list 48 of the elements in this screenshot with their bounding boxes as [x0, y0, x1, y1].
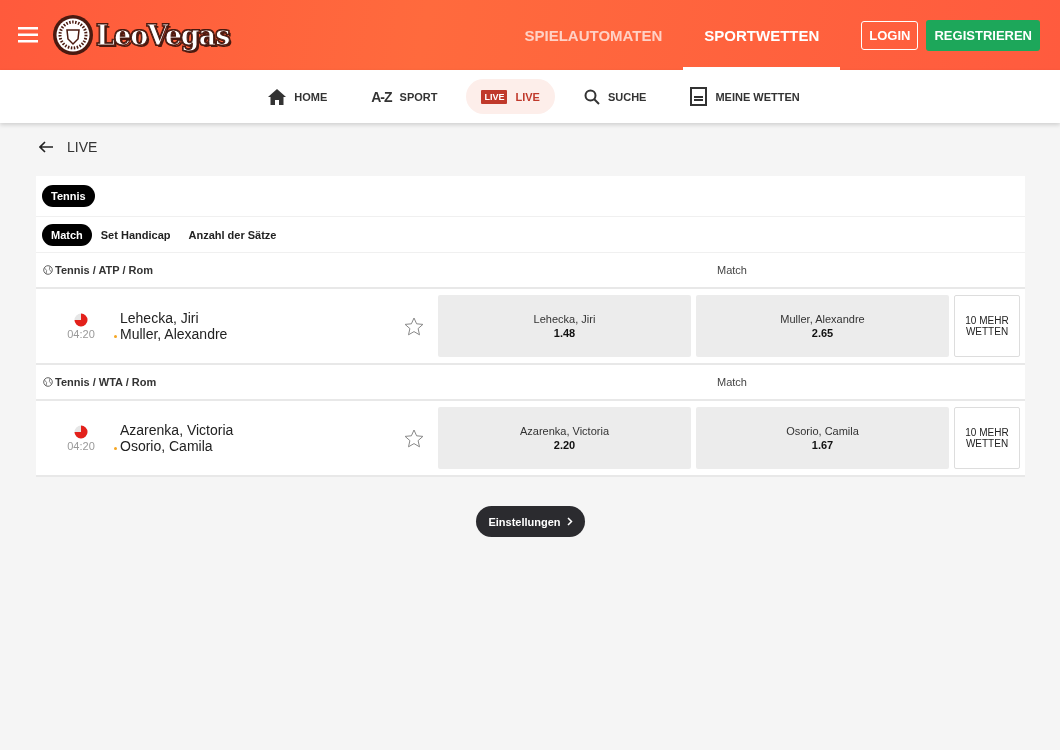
player-name: Lehecka, Jiri: [120, 310, 199, 326]
sub-nav-label: MEINE WETTEN: [715, 90, 800, 103]
sport-chip[interactable]: Tennis: [42, 185, 95, 207]
betslip-icon: [690, 87, 708, 106]
home-icon: [268, 88, 287, 105]
market-tab[interactable]: Set Handicap: [91, 223, 180, 246]
favorite-star-icon[interactable]: [404, 316, 424, 336]
tennis-ball-icon: [43, 265, 53, 275]
page-title: LIVE: [67, 139, 98, 155]
sub-nav-label: LIVE: [515, 90, 540, 103]
odds-button[interactable]: Muller, Alexandre 2.65: [696, 295, 949, 357]
timer-icon: [74, 424, 88, 439]
favorite-star-icon[interactable]: [404, 428, 424, 448]
logo-text: LeoVegas: [96, 19, 230, 51]
live-tag: LIVE: [481, 89, 508, 104]
sub-nav-label: SPORT: [399, 90, 438, 103]
market-label: Match: [716, 376, 748, 388]
market-label: Match: [716, 264, 748, 276]
settings-button[interactable]: Einstellungen: [476, 506, 585, 537]
sub-nav-label: SUCHE: [607, 90, 647, 103]
odds-button[interactable]: Osorio, Camila 1.67: [696, 407, 949, 469]
match-time: 04:20: [67, 439, 95, 452]
sub-nav-tab[interactable]: A-Z SPORT: [356, 79, 453, 114]
sub-nav-label: HOME: [294, 90, 328, 103]
timer-icon: [74, 312, 88, 327]
player-name: Azarenka, Victoria: [120, 422, 234, 438]
sub-nav-tab[interactable]: HOME: [253, 79, 343, 114]
lion-logo-icon: [52, 14, 94, 56]
back-arrow-icon[interactable]: [39, 141, 53, 153]
match-time: 04:20: [67, 327, 95, 340]
sub-nav-tab[interactable]: LIVE LIVE: [466, 79, 555, 114]
market-tab[interactable]: Anzahl der Sätze: [179, 223, 286, 246]
more-bets-button[interactable]: 10 MEHR WETTEN: [954, 407, 1020, 469]
odds-button[interactable]: Lehecka, Jiri 1.48: [438, 295, 691, 357]
az-icon: A-Z: [371, 88, 392, 105]
league-title: Tennis / WTA / Rom: [55, 376, 157, 388]
search-icon: [583, 88, 600, 105]
odds-button[interactable]: Azarenka, Victoria 2.20: [438, 407, 691, 469]
league-title: Tennis / ATP / Rom: [55, 264, 153, 276]
more-bets-button[interactable]: 10 MEHR WETTEN: [954, 295, 1020, 357]
chevron-right-icon: [566, 517, 573, 526]
player-name: Muller, Alexandre: [120, 326, 228, 342]
sub-nav-tab[interactable]: SUCHE: [568, 79, 662, 114]
menu-icon[interactable]: [18, 26, 38, 44]
sub-nav-tab[interactable]: MEINE WETTEN: [675, 79, 815, 114]
player-name: Osorio, Camila: [120, 438, 213, 454]
tennis-ball-icon: [43, 377, 53, 387]
market-tab[interactable]: Match: [42, 223, 92, 246]
